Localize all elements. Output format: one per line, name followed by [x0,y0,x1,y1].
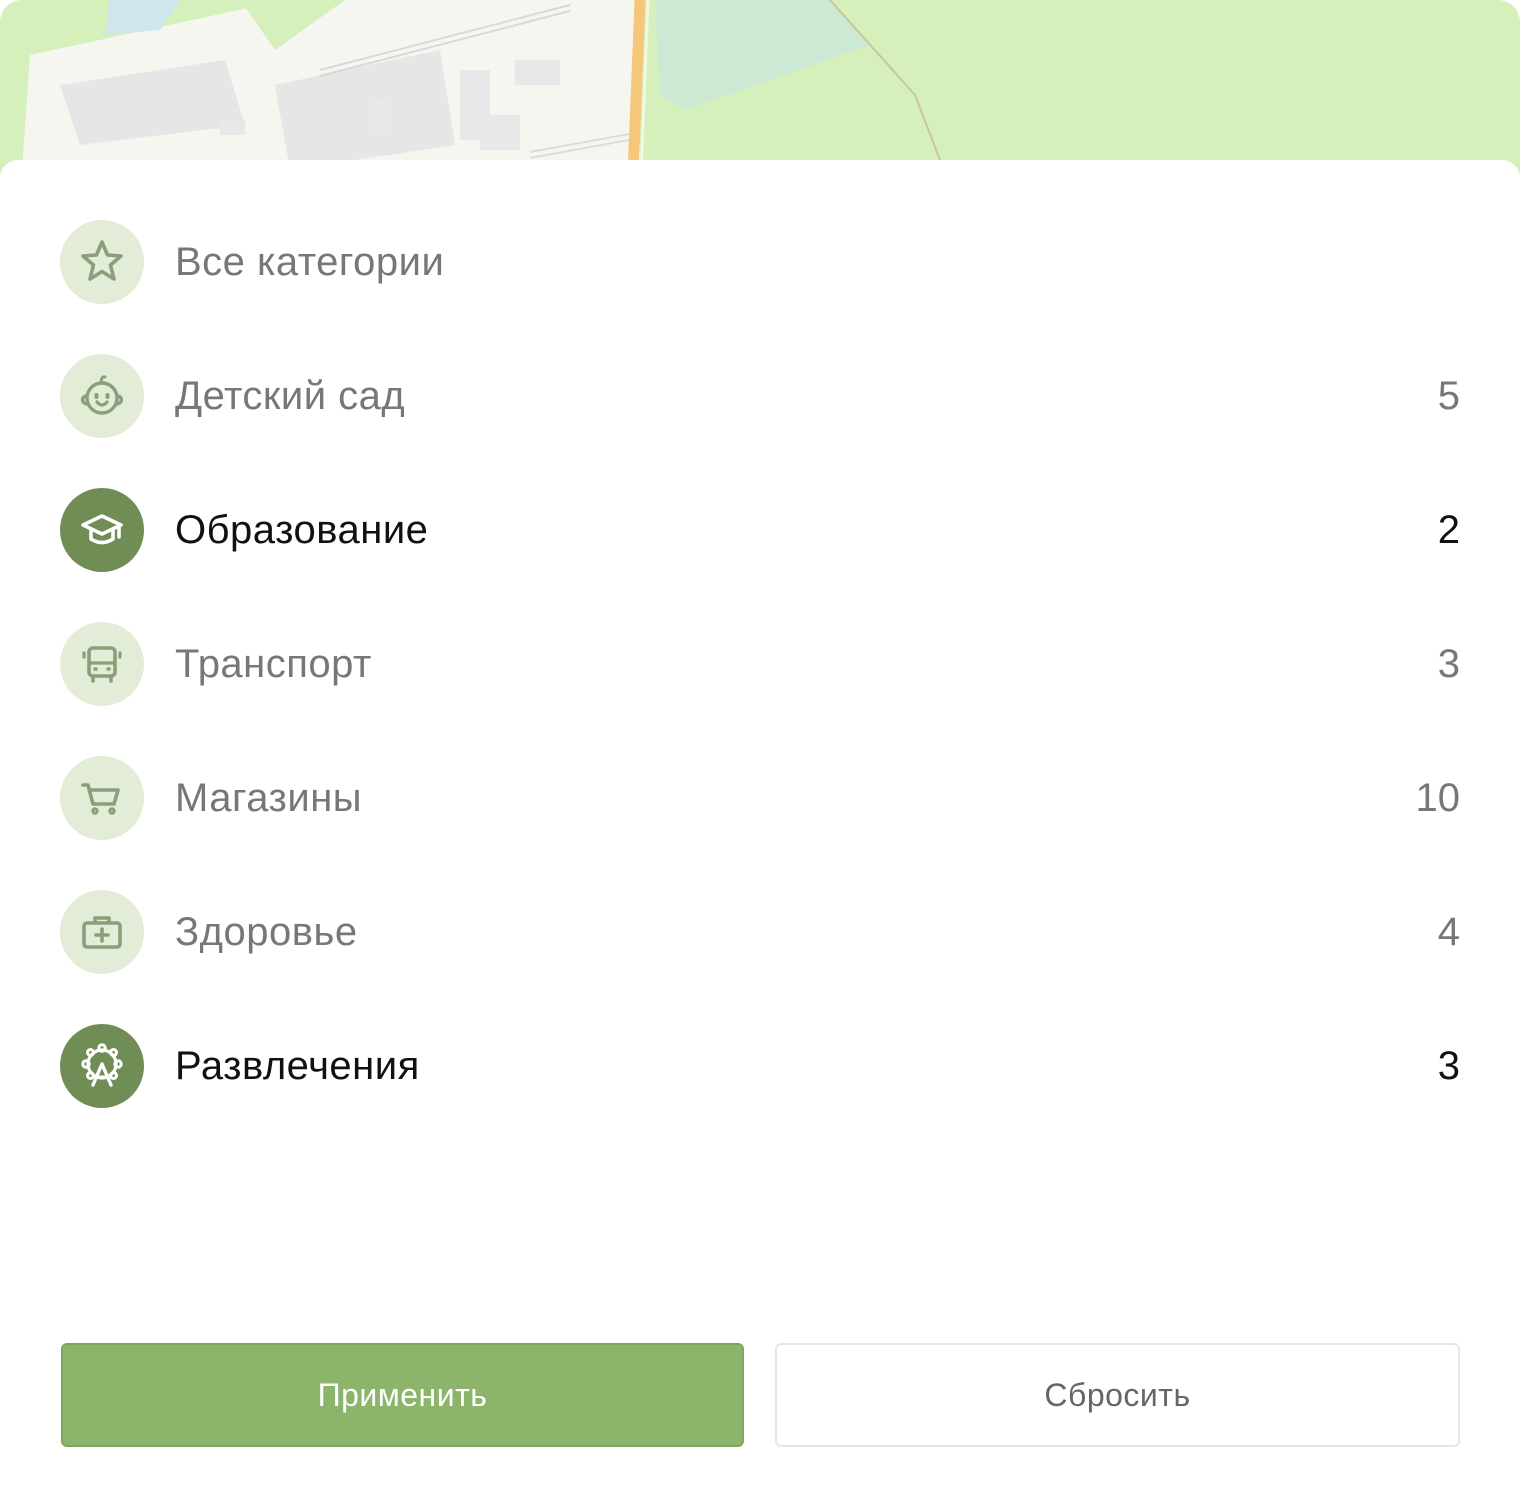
category-label: Образование [175,508,429,552]
category-item-shops[interactable]: Магазины 10 [60,756,1460,890]
category-icon-badge [60,622,144,706]
ferris-wheel-icon [81,1043,123,1087]
category-item-transport[interactable]: Транспорт 3 [60,622,1460,756]
graduation-cap-icon [81,514,123,545]
category-item-entertainment[interactable]: Развлечения 3 [60,1024,1460,1158]
bus-icon [82,646,122,683]
category-list: Все категории Детский сад 5 Образование … [60,220,1460,1158]
apply-button[interactable]: Применить [61,1343,744,1447]
filter-sheet: Все категории Детский сад 5 Образование … [0,160,1520,1510]
category-item-health[interactable]: Здоровье 4 [60,890,1460,1024]
category-icon-badge [60,756,144,840]
category-icon-badge [60,1024,144,1108]
category-count: 3 [1437,1044,1460,1088]
category-icon-badge [60,890,144,974]
category-item-kindergarten[interactable]: Детский сад 5 [60,354,1460,488]
category-icon-badge [60,220,144,304]
shopping-cart-icon [81,783,120,815]
baby-face-icon [80,375,124,415]
app-root: Все категории Детский сад 5 Образование … [0,0,1520,1510]
category-count: 10 [1415,776,1461,820]
category-icon-badge [60,488,144,572]
category-count: 5 [1437,374,1460,418]
category-label: Здоровье [175,910,358,954]
category-label: Развлечения [175,1044,420,1088]
category-label: Все категории [175,240,445,284]
reset-button[interactable]: Сбросить [775,1343,1460,1447]
category-count: 3 [1437,642,1460,686]
category-label: Детский сад [175,374,406,418]
category-count: 2 [1437,508,1460,552]
category-item-all[interactable]: Все категории [60,220,1460,354]
first-aid-kit-icon [82,916,122,949]
category-label: Магазины [175,776,363,820]
category-count: 4 [1437,910,1460,954]
category-label: Транспорт [175,642,372,686]
category-item-education[interactable]: Образование 2 [60,488,1460,622]
category-icon-badge [60,354,144,438]
star-icon [81,240,123,281]
